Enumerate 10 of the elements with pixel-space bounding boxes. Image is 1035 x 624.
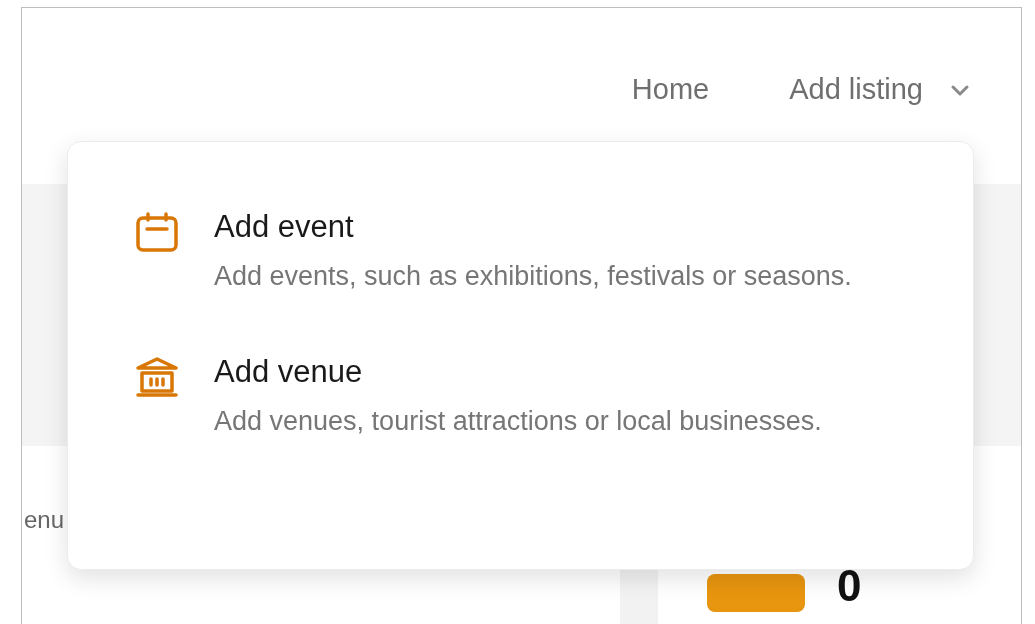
menu-item-description: Add events, such as exhibitions, festivals or seasons. (214, 260, 853, 293)
dropdown-toggle[interactable]: Add listing (789, 68, 971, 112)
building-icon (136, 357, 178, 397)
menu-item-title[interactable]: Add venue (214, 355, 884, 389)
count-value: 0 (837, 564, 862, 608)
card-text: enu (24, 505, 66, 535)
nav-link[interactable]: Home (631, 68, 710, 112)
calendar-icon (136, 212, 178, 252)
menu-item-title[interactable]: Add event (214, 210, 884, 244)
menu-item-description: Add venues, tourist attractions or local businesses. (214, 405, 823, 438)
